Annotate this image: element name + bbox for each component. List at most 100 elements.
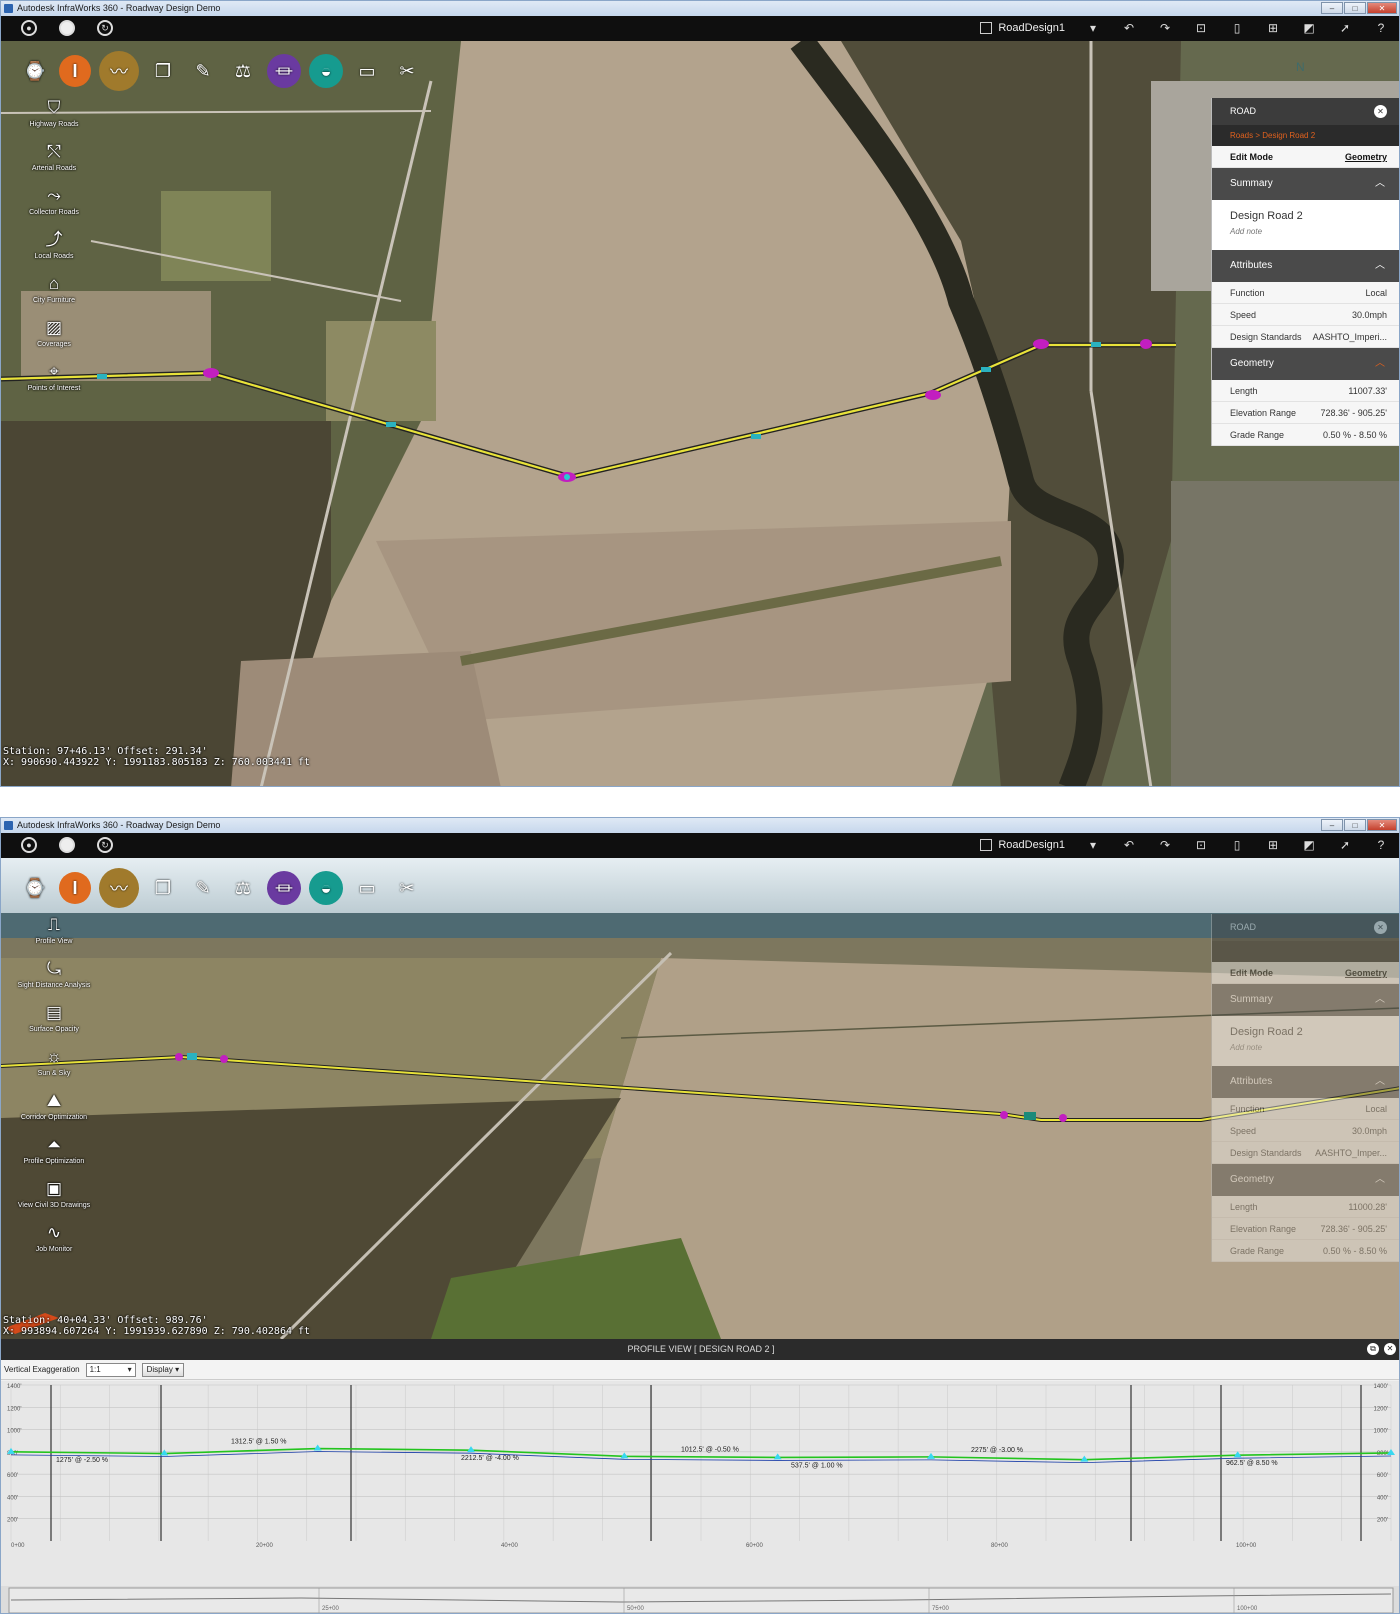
help-icon[interactable]: ? (1373, 20, 1389, 36)
undo-icon[interactable]: ↶ (1121, 20, 1137, 36)
traffic-icon[interactable]: 〰 (99, 51, 139, 91)
drainage-icon[interactable]: ◒ (309, 54, 343, 88)
status-dot-icon[interactable] (59, 837, 75, 853)
user-icon[interactable]: ● (21, 20, 37, 36)
vertical-exaggeration-select[interactable]: 1:1 ▾ (85, 1362, 136, 1377)
perspective-map[interactable] (1, 858, 1399, 1339)
close-button[interactable]: ✕ (1367, 819, 1397, 831)
sketch-icon[interactable]: ✎ (187, 55, 219, 87)
menu-item-corridor-optimization[interactable]: ⛰ Corridor Optimization (11, 1090, 97, 1134)
close-panel-icon[interactable]: ✕ (1374, 921, 1387, 934)
sync-icon[interactable]: ↻ (97, 837, 113, 853)
select-cursor-icon[interactable]: ➚ (1337, 20, 1353, 36)
aerial-map[interactable]: N (1, 41, 1399, 787)
menu-item-arterial[interactable]: ⤲ Arterial Roads (11, 141, 97, 185)
menu-item-civil3d-drawing[interactable]: ▣ View Civil 3D Drawings (11, 1178, 97, 1222)
collapse-icon[interactable]: ︿ (1375, 348, 1385, 380)
viewport-icon[interactable]: ◩ (1301, 837, 1317, 853)
profile-chart[interactable]: 1400' 1400' 1200' 1200' 1000' 1000' 800' 800' 60… (1, 1381, 1400, 1586)
menu-item-city-furniture[interactable]: ⌂ City Furniture (11, 273, 97, 317)
balance-icon[interactable]: ⚖ (227, 872, 259, 904)
add-note[interactable]: Add note (1230, 227, 1381, 236)
property-row[interactable]: Length 11007.33' (1212, 380, 1399, 402)
grid-icon[interactable]: ⊞ (1265, 20, 1281, 36)
collapse-icon[interactable]: ︿ (1375, 984, 1385, 1016)
minimize-button[interactable]: – (1321, 2, 1343, 14)
undo-icon[interactable]: ↶ (1121, 837, 1137, 853)
overview-graph[interactable]: 25+00 50+00 75+00 100+00 (1, 1586, 1400, 1614)
road-name[interactable]: Design Road 2 (1230, 1026, 1381, 1038)
road-name[interactable]: Design Road 2 (1230, 210, 1381, 222)
close-profile-icon[interactable]: ✕ (1384, 1343, 1396, 1355)
dropdown-arrow-icon[interactable]: ▾ (1085, 837, 1101, 853)
bridge-icon[interactable]: ⏛ (267, 871, 301, 905)
menu-item-surface-opacity[interactable]: ▤ Surface Opacity (11, 1002, 97, 1046)
maximize-button[interactable]: □ (1344, 819, 1366, 831)
property-row[interactable]: Grade Range 0.50 % - 8.50 % (1212, 424, 1399, 446)
split-view-icon[interactable]: ▯ (1229, 837, 1245, 853)
menu-item-profile-view[interactable]: ⎍ Profile View (11, 914, 97, 958)
add-note[interactable]: Add note (1230, 1043, 1381, 1052)
menu-item-job-monitor[interactable]: ∿ Job Monitor (11, 1222, 97, 1266)
menu-item-sun-sky[interactable]: ☼ Sun & Sky (11, 1046, 97, 1090)
profile-graph[interactable]: 1400' 1400'1200' 1200'1000' 1000'800' 800'60… (1, 1381, 1400, 1586)
presentation-icon[interactable]: ▭ (351, 55, 383, 87)
attributes-section[interactable]: Attributes ︿ (1212, 1066, 1399, 1098)
edit-mode-link[interactable]: Geometry (1345, 146, 1387, 167)
road-design-icon[interactable]: I (59, 55, 91, 87)
profile-overview-scrollbar[interactable]: 25+00 50+00 75+00 100+00 (1, 1586, 1400, 1614)
maximize-button[interactable]: □ (1344, 2, 1366, 14)
menu-item-sight-distance[interactable]: ⤿ Sight Distance Analysis (11, 958, 97, 1002)
select-cursor-icon[interactable]: ➚ (1337, 837, 1353, 853)
summary-section[interactable]: Summary ︿ (1212, 168, 1399, 200)
dropdown-arrow-icon[interactable]: ▾ (1085, 20, 1101, 36)
collapse-icon[interactable]: ︿ (1375, 1164, 1385, 1196)
property-row[interactable]: Speed 30.0mph (1212, 1120, 1399, 1142)
property-row[interactable]: Elevation Range 728.36' - 905.25' (1212, 402, 1399, 424)
capture-icon[interactable]: ⊡ (1193, 837, 1209, 853)
map-viewport-aerial[interactable]: N ⌚ I 〰 ❐ ✎ ⚖ ⏛ ◒ ▭ ✂ ⛉ Highway Roads ⤲ Art… (1, 41, 1399, 787)
history-icon[interactable]: ⌚ (19, 872, 51, 904)
settings-icon[interactable]: ✂ (391, 55, 423, 87)
property-row[interactable]: Grade Range 0.50 % - 8.50 % (1212, 1240, 1399, 1262)
close-panel-icon[interactable]: ✕ (1374, 105, 1387, 118)
presentation-icon[interactable]: ▭ (351, 872, 383, 904)
breadcrumb[interactable]: Roads > Design Road 2 (1212, 125, 1399, 146)
bridge-icon[interactable]: ⏛ (267, 54, 301, 88)
collapse-icon[interactable]: ︿ (1375, 250, 1385, 282)
property-row[interactable]: Function Local (1212, 282, 1399, 304)
edit-mode-link[interactable]: Geometry (1345, 962, 1387, 983)
menu-item-profile-optimization[interactable]: ⏶ Profile Optimization (11, 1134, 97, 1178)
sketch-icon[interactable]: ✎ (187, 872, 219, 904)
viewport-icon[interactable]: ◩ (1301, 20, 1317, 36)
map-viewport-3d[interactable]: ⌚ I 〰 ❐ ✎ ⚖ ⏛ ◒ ▭ ✂ ⎍ Profile View ⤿ Sight … (1, 858, 1399, 1339)
minimize-button[interactable]: – (1321, 819, 1343, 831)
menu-item-collector[interactable]: ⤳ Collector Roads (11, 185, 97, 229)
geometry-section[interactable]: Geometry ︿ (1212, 348, 1399, 380)
road-design-icon[interactable]: I (59, 872, 91, 904)
balance-icon[interactable]: ⚖ (227, 55, 259, 87)
property-row[interactable]: Length 11000.28' (1212, 1196, 1399, 1218)
property-row[interactable]: Design Standards AASHTO_Imper... (1212, 1142, 1399, 1164)
model-selector[interactable]: RoadDesign1 (980, 22, 1065, 34)
attributes-section[interactable]: Attributes ︿ (1212, 250, 1399, 282)
geometry-section[interactable]: Geometry ︿ (1212, 1164, 1399, 1196)
menu-item-highway[interactable]: ⛉ Highway Roads (11, 97, 97, 141)
redo-icon[interactable]: ↷ (1157, 20, 1173, 36)
history-icon[interactable]: ⌚ (19, 55, 51, 87)
menu-item-local-road[interactable]: ⤴ Local Roads (11, 229, 97, 273)
popout-icon[interactable]: ⧉ (1367, 1343, 1379, 1355)
duplicate-icon[interactable]: ❐ (147, 872, 179, 904)
help-icon[interactable]: ? (1373, 837, 1389, 853)
sync-icon[interactable]: ↻ (97, 20, 113, 36)
settings-icon[interactable]: ✂ (391, 872, 423, 904)
model-selector[interactable]: RoadDesign1 (980, 839, 1065, 851)
duplicate-icon[interactable]: ❐ (147, 55, 179, 87)
menu-item-coverage[interactable]: ▨ Coverages (11, 317, 97, 361)
property-row[interactable]: Speed 30.0mph (1212, 304, 1399, 326)
redo-icon[interactable]: ↷ (1157, 837, 1173, 853)
breadcrumb[interactable] (1212, 941, 1399, 962)
capture-icon[interactable]: ⊡ (1193, 20, 1209, 36)
grid-icon[interactable]: ⊞ (1265, 837, 1281, 853)
menu-item-poi[interactable]: ⌖ Points of Interest (11, 361, 97, 405)
